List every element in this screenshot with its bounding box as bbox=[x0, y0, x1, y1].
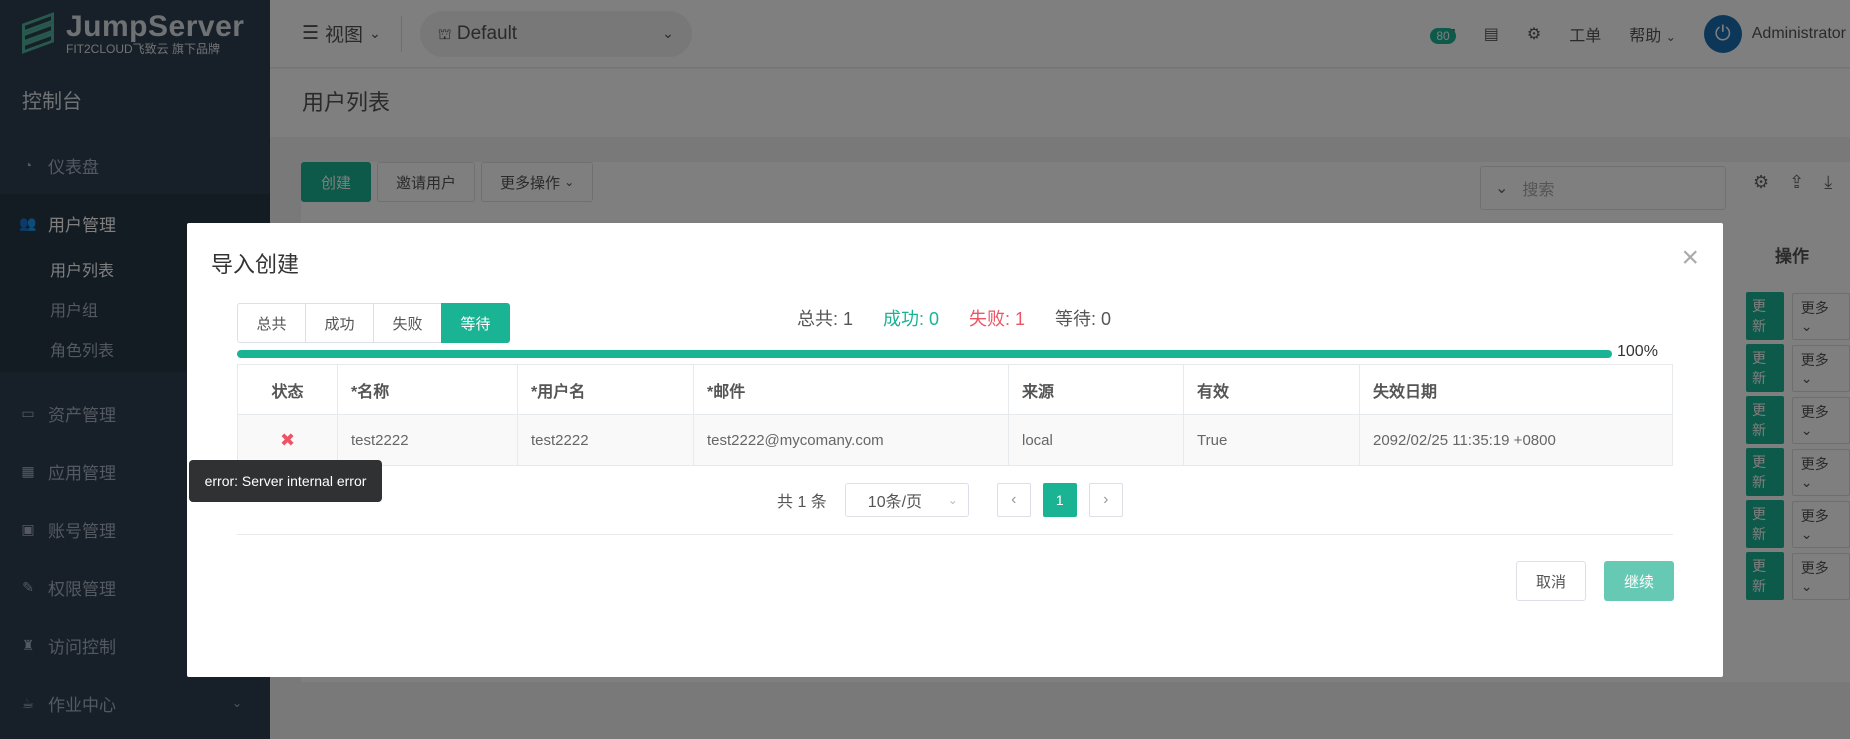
table-header: 状态 *名称 *用户名 *邮件 来源 有效 失效日期 bbox=[238, 365, 1672, 415]
continue-button[interactable]: 继续 bbox=[1604, 561, 1674, 601]
page-number[interactable]: 1 bbox=[1042, 483, 1077, 517]
import-dialog: 导入创建 × 总共 成功 失败 等待 总共: 1 成功: 0 失败: 1 等待:… bbox=[187, 223, 1723, 677]
chevron-right-icon: › bbox=[1103, 491, 1109, 508]
column-header: 来源 bbox=[1009, 365, 1184, 414]
username-cell: test2222 bbox=[518, 415, 694, 465]
pagination: 共 1 条 10条/页 ⌄ ‹ 1 › bbox=[777, 483, 1123, 517]
progress-label: 100% bbox=[1617, 343, 1658, 360]
dialog-title: 导入创建 bbox=[211, 252, 300, 277]
divider bbox=[237, 534, 1673, 535]
tab-pending[interactable]: 等待 bbox=[441, 303, 510, 343]
status-cell[interactable]: ✖ bbox=[238, 415, 338, 465]
import-table: 状态 *名称 *用户名 *邮件 来源 有效 失效日期 ✖ test2222 te… bbox=[237, 364, 1673, 466]
close-icon[interactable]: × bbox=[1681, 243, 1699, 273]
summary-success: 成功: 0 bbox=[883, 309, 940, 329]
cancel-button[interactable]: 取消 bbox=[1516, 561, 1586, 601]
table-row: ✖ test2222 test2222 test2222@mycomany.co… bbox=[238, 415, 1672, 465]
page-size-select[interactable]: 10条/页 ⌄ bbox=[844, 483, 969, 517]
column-header: *用户名 bbox=[518, 365, 694, 414]
column-header: *邮件 bbox=[694, 365, 1009, 414]
import-summary: 总共: 1 成功: 0 失败: 1 等待: 0 bbox=[797, 305, 1111, 331]
error-x-icon[interactable]: ✖ bbox=[280, 430, 295, 451]
progress-bar bbox=[237, 350, 1612, 358]
email-cell: test2222@mycomany.com bbox=[694, 415, 1009, 465]
prev-page-button[interactable]: ‹ bbox=[996, 483, 1031, 517]
chevron-left-icon: ‹ bbox=[1011, 491, 1017, 508]
expire-cell: 2092/02/25 11:35:19 +0800 bbox=[1373, 431, 1556, 449]
error-tooltip: error: Server internal error bbox=[189, 460, 382, 502]
source-cell: local bbox=[1009, 415, 1184, 465]
column-header: 有效 bbox=[1184, 365, 1360, 414]
pagination-total: 共 1 条 bbox=[777, 494, 827, 511]
column-header: 失效日期 bbox=[1373, 383, 1438, 401]
tab-failed[interactable]: 失败 bbox=[373, 303, 442, 343]
chevron-down-icon: ⌄ bbox=[947, 493, 958, 507]
column-header: *名称 bbox=[338, 365, 518, 414]
summary-failed: 失败: 1 bbox=[969, 309, 1026, 329]
status-filter-tabs: 总共 成功 失败 等待 bbox=[237, 303, 510, 343]
valid-cell: True bbox=[1184, 415, 1360, 465]
tab-success[interactable]: 成功 bbox=[305, 303, 374, 343]
name-cell: test2222 bbox=[338, 415, 518, 465]
summary-total: 总共: 1 bbox=[797, 309, 854, 329]
column-header: 状态 bbox=[238, 365, 338, 414]
next-page-button[interactable]: › bbox=[1088, 483, 1123, 517]
tab-total[interactable]: 总共 bbox=[237, 303, 306, 343]
summary-pending: 等待: 0 bbox=[1055, 309, 1112, 329]
